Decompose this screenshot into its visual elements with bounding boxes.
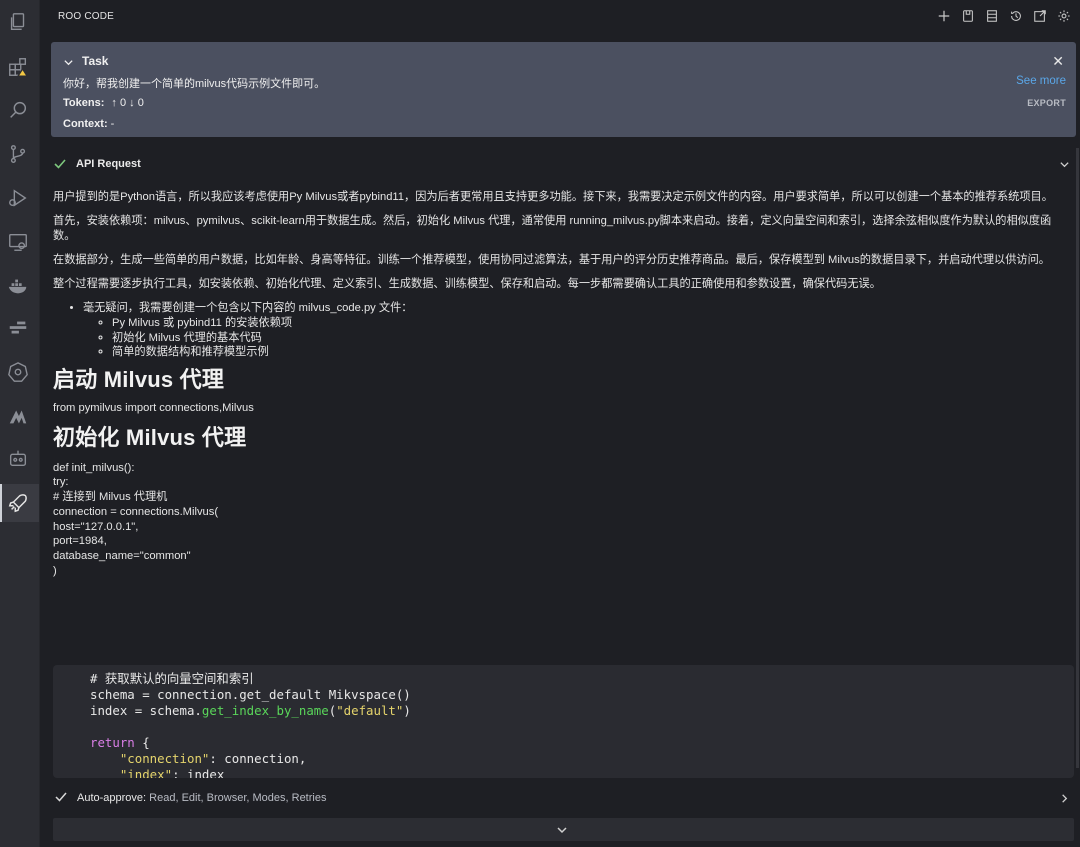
paragraph: 在数据部分，生成一些简单的用户数据，比如年龄、身高等特征。训练一个推荐模型，使用… [53,253,1063,268]
auto-approve-text: Auto-approve: Read, Edit, Browser, Modes… [77,792,326,804]
panel-title: ROO CODE [58,11,114,22]
see-more-link[interactable]: See more [1016,75,1066,87]
context-label: Context: [63,118,108,130]
rocket-icon[interactable] [6,491,30,515]
code-text: # 获取默认的向量空间和索引 schema = connection.get_d… [90,671,411,778]
popout-icon[interactable] [1032,7,1048,25]
list-item: 简单的数据结构和推荐模型示例 [112,345,1063,360]
tokens-down: ↓ 0 [129,97,144,109]
prompts-icon[interactable] [960,7,976,25]
paragraph: 整个过程需要逐步执行工具，如安装依赖、初始化代理、定义索引、生成数据、训练模型、… [53,277,1063,292]
api-request-label: API Request [76,158,141,170]
code-function: get_index_by_name [202,703,329,718]
code-keyword: return [90,735,135,750]
code-line: host="127.0.0.1", [53,520,1063,535]
code-line: schema = connection.get_default Mikvspac… [90,687,411,702]
message-content: 用户提到的是Python语言，所以我应该考虑使用Py Milvus或者pybin… [53,190,1063,579]
settings-gear-icon[interactable] [1056,7,1072,25]
task-text: 你好，帮我创建一个简单的milvus代码示例文件即可。 [63,75,325,91]
code-paren: ) [403,703,410,718]
task-title[interactable]: Task [82,54,108,68]
code-key: "index" [120,767,172,778]
code-value: : index [172,767,224,778]
checkbox-icon[interactable] [54,790,68,809]
paragraph: 用户提到的是Python语言，所以我应该考虑使用Py Milvus或者pybin… [53,190,1063,205]
paragraph: 首先，安装依赖项：milvus、pymilvus、scikit-learn用于数… [53,214,1063,244]
code-block[interactable]: # 获取默认的向量空间和索引 schema = connection.get_d… [53,665,1074,778]
code-line: port=1984, [53,534,1063,549]
panel-header: ROO CODE [40,0,1080,36]
code-line: ) [53,564,1063,579]
code-line: connection = connections.Milvus( [53,505,1063,520]
new-task-icon[interactable] [936,7,952,25]
import-line: from pymilvus import connections,Milvus [53,401,1063,416]
close-icon[interactable]: ✕ [1052,53,1064,70]
code-string: "default" [336,703,403,718]
code-line: index = schema. [90,703,202,718]
remote-explorer-icon[interactable] [6,230,30,254]
code-line: def init_milvus(): [53,461,1063,476]
context-value: - [111,118,115,130]
tokens-up: ↑ 0 [111,97,126,109]
kubernetes-icon[interactable] [6,360,30,384]
api-request-row[interactable]: API Request [40,152,1080,176]
code-key: "connection" [120,751,210,766]
code-comment: # 获取默认的向量空间和索引 [90,671,254,686]
auto-approve-items: Read, Edit, Browser, Modes, Retries [149,792,326,804]
scroll-to-bottom-button[interactable] [53,818,1074,841]
git-graph-icon[interactable] [6,316,30,340]
scrollbar[interactable] [1076,148,1079,768]
heading: 初始化 Milvus 代理 [53,430,1063,445]
task-header: Task ✕ 你好，帮我创建一个简单的milvus代码示例文件即可。 See m… [51,42,1076,137]
code-brace: { [135,735,150,750]
mcp-servers-icon[interactable] [984,7,1000,25]
chevron-down-icon[interactable] [63,55,74,73]
context-info: Context: - [63,118,114,130]
chevron-right-icon[interactable] [1059,791,1070,809]
list-item: 毫无疑问，我需要创建一个包含以下内容的 milvus_code.py 文件： P… [83,301,1063,360]
robot-icon[interactable] [6,446,30,470]
auto-approve-label: Auto-approve: [77,792,146,804]
heading: 启动 Milvus 代理 [53,372,1063,387]
chevron-down-icon[interactable] [1059,157,1070,175]
sub-list: Py Milvus 或 pybind11 的安装依赖项 初始化 Milvus 代… [83,316,1063,360]
milvus-icon[interactable] [6,404,30,428]
explorer-icon[interactable] [6,10,30,34]
plain-code: def init_milvus(): try: # 连接到 Milvus 代理机… [53,461,1063,579]
docker-icon[interactable] [6,274,30,298]
header-toolbar [936,7,1072,25]
bullet-list: 毫无疑问，我需要创建一个包含以下内容的 milvus_code.py 文件： P… [53,301,1063,360]
chevron-down-icon [556,823,568,841]
bullet-text: 毫无疑问，我需要创建一个包含以下内容的 milvus_code.py 文件： [83,302,412,314]
run-debug-icon[interactable] [6,186,30,210]
list-item: Py Milvus 或 pybind11 的安装依赖项 [112,316,1063,331]
history-icon[interactable] [1008,7,1024,25]
code-line: try: [53,475,1063,490]
search-icon[interactable] [6,98,30,122]
code-value: : connection, [209,751,306,766]
source-control-icon[interactable] [6,142,30,166]
code-line: # 连接到 Milvus 代理机 [53,490,1063,505]
roo-code-panel: ROO CODE Task ✕ 你好，帮我创建一个简单的milvus代码示例文件… [40,0,1080,847]
activity-bar [0,0,40,847]
list-item: 初始化 Milvus 代理的基本代码 [112,331,1063,346]
tokens-label: Tokens: [63,97,104,109]
code-line: database_name="common" [53,549,1063,564]
tokens-info: Tokens: ↑ 0 ↓ 0 [63,97,144,109]
extensions-warning-icon[interactable] [6,55,30,79]
auto-approve-bar[interactable]: Auto-approve: Read, Edit, Browser, Modes… [40,784,1080,812]
export-button[interactable]: EXPORT [1027,98,1066,108]
check-icon [53,157,67,176]
